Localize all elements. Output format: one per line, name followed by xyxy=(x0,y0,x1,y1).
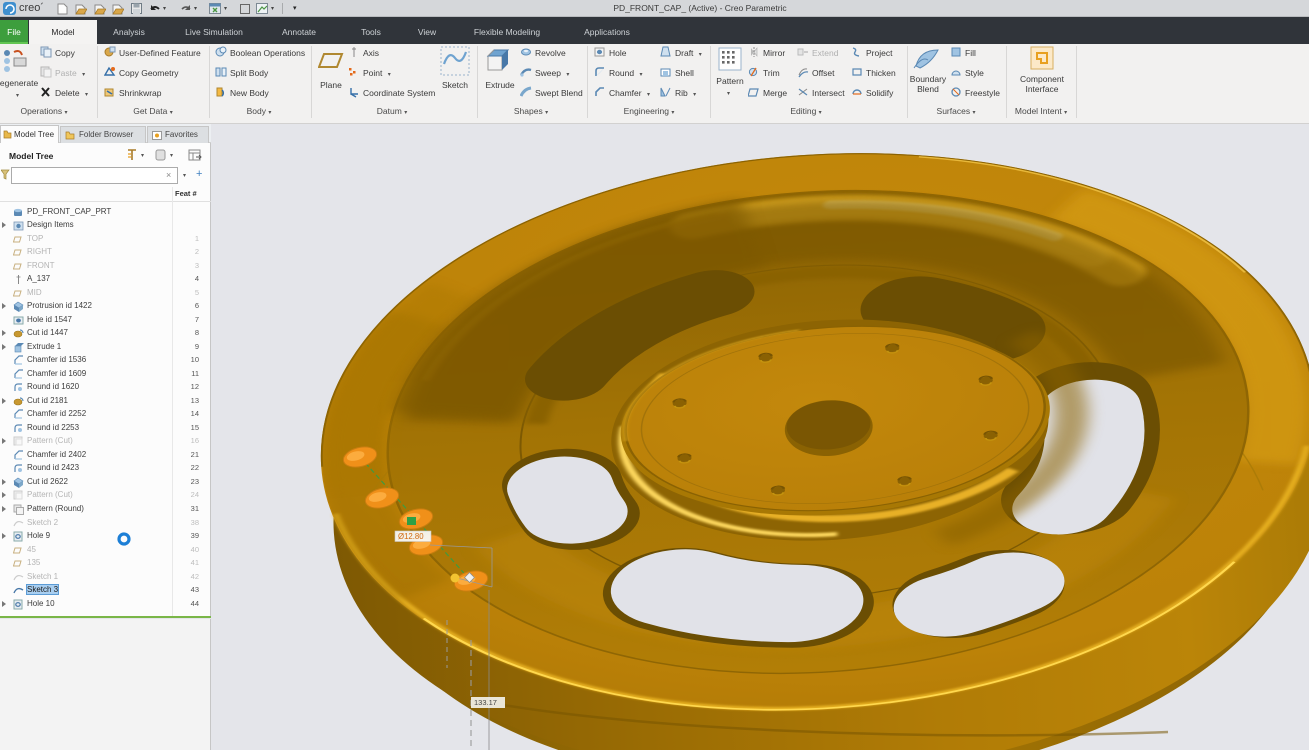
svg-text:Ø12.80: Ø12.80 xyxy=(398,532,424,541)
svg-text:133.17: 133.17 xyxy=(474,698,497,707)
